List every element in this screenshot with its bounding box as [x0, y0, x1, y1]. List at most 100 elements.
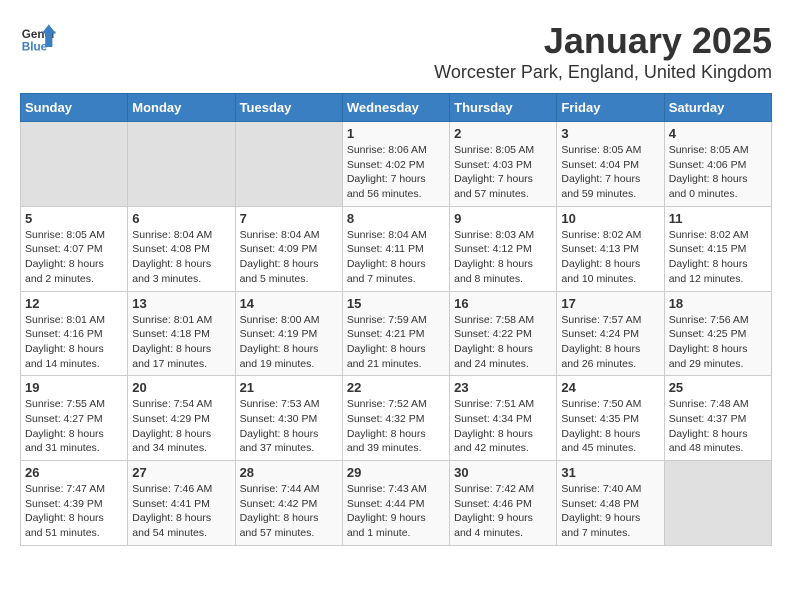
day-number: 1: [347, 126, 445, 141]
calendar-cell: 7 Sunrise: 8:04 AM Sunset: 4:09 PM Daylig…: [235, 206, 342, 291]
day-number: 8: [347, 211, 445, 226]
day-info: Sunrise: 8:04 AM Sunset: 4:11 PM Dayligh…: [347, 228, 445, 287]
calendar-cell: 12Sunrise: 8:01 AM Sunset: 4:16 PM Dayli…: [21, 291, 128, 376]
calendar-cell: 13 Sunrise: 8:01 AM Sunset: 4:18 PM Dayli…: [128, 291, 235, 376]
calendar-cell: 16 Sunrise: 7:58 AM Sunset: 4:22 PM Dayli…: [450, 291, 557, 376]
logo: General Blue: [20, 20, 56, 56]
day-info: Sunrise: 7:56 AM Sunset: 4:25 PM Dayligh…: [669, 313, 767, 372]
calendar-cell: 20 Sunrise: 7:54 AM Sunset: 4:29 PM Dayli…: [128, 376, 235, 461]
day-number: 17: [561, 296, 659, 311]
day-number: 22: [347, 380, 445, 395]
day-info: Sunrise: 7:59 AM Sunset: 4:21 PM Dayligh…: [347, 313, 445, 372]
main-title: January 2025: [434, 20, 772, 62]
day-info: Sunrise: 8:05 AM Sunset: 4:04 PM Dayligh…: [561, 143, 659, 202]
day-number: 5: [25, 211, 123, 226]
day-info: Sunrise: 8:05 AM Sunset: 4:03 PM Dayligh…: [454, 143, 552, 202]
day-number: 25: [669, 380, 767, 395]
week-row-2: 12Sunrise: 8:01 AM Sunset: 4:16 PM Dayli…: [21, 291, 772, 376]
header-day-thursday: Thursday: [450, 94, 557, 122]
calendar-cell: 26 Sunrise: 7:47 AM Sunset: 4:39 PM Dayli…: [21, 461, 128, 546]
calendar-cell: 6Sunrise: 8:04 AM Sunset: 4:08 PM Daylig…: [128, 206, 235, 291]
day-info: Sunrise: 8:01 AM Sunset: 4:18 PM Dayligh…: [132, 313, 230, 372]
day-info: Sunrise: 7:55 AM Sunset: 4:27 PM Dayligh…: [25, 397, 123, 456]
day-info: Sunrise: 7:43 AM Sunset: 4:44 PM Dayligh…: [347, 482, 445, 541]
day-info: Sunrise: 7:50 AM Sunset: 4:35 PM Dayligh…: [561, 397, 659, 456]
calendar-cell: 17 Sunrise: 7:57 AM Sunset: 4:24 PM Dayli…: [557, 291, 664, 376]
calendar-cell: 25 Sunrise: 7:48 AM Sunset: 4:37 PM Dayli…: [664, 376, 771, 461]
calendar-cell: 29 Sunrise: 7:43 AM Sunset: 4:44 PM Dayli…: [342, 461, 449, 546]
day-info: Sunrise: 7:52 AM Sunset: 4:32 PM Dayligh…: [347, 397, 445, 456]
day-number: 29: [347, 465, 445, 480]
header: General Blue January 2025 Worcester Park…: [20, 20, 772, 83]
day-info: Sunrise: 8:04 AM Sunset: 4:09 PM Dayligh…: [240, 228, 338, 287]
calendar-cell: 27 Sunrise: 7:46 AM Sunset: 4:41 PM Dayli…: [128, 461, 235, 546]
day-number: 3: [561, 126, 659, 141]
calendar-cell: 15 Sunrise: 7:59 AM Sunset: 4:21 PM Dayli…: [342, 291, 449, 376]
day-info: Sunrise: 8:06 AM Sunset: 4:02 PM Dayligh…: [347, 143, 445, 202]
day-number: 26: [25, 465, 123, 480]
week-row-3: 19 Sunrise: 7:55 AM Sunset: 4:27 PM Dayli…: [21, 376, 772, 461]
calendar-cell: 21 Sunrise: 7:53 AM Sunset: 4:30 PM Dayli…: [235, 376, 342, 461]
calendar-cell: 19 Sunrise: 7:55 AM Sunset: 4:27 PM Dayli…: [21, 376, 128, 461]
day-number: 19: [25, 380, 123, 395]
day-number: 30: [454, 465, 552, 480]
day-number: 13: [132, 296, 230, 311]
day-number: 16: [454, 296, 552, 311]
calendar-cell: 3 Sunrise: 8:05 AM Sunset: 4:04 PM Daylig…: [557, 122, 664, 207]
day-number: 12: [25, 296, 123, 311]
calendar-cell: 5Sunrise: 8:05 AM Sunset: 4:07 PM Daylig…: [21, 206, 128, 291]
day-number: 20: [132, 380, 230, 395]
title-area: January 2025 Worcester Park, England, Un…: [434, 20, 772, 83]
week-row-1: 5Sunrise: 8:05 AM Sunset: 4:07 PM Daylig…: [21, 206, 772, 291]
svg-text:Blue: Blue: [22, 41, 48, 54]
calendar-cell: 23 Sunrise: 7:51 AM Sunset: 4:34 PM Dayli…: [450, 376, 557, 461]
day-info: Sunrise: 7:57 AM Sunset: 4:24 PM Dayligh…: [561, 313, 659, 372]
header-day-friday: Friday: [557, 94, 664, 122]
day-number: 11: [669, 211, 767, 226]
day-info: Sunrise: 7:47 AM Sunset: 4:39 PM Dayligh…: [25, 482, 123, 541]
header-day-tuesday: Tuesday: [235, 94, 342, 122]
day-info: Sunrise: 7:40 AM Sunset: 4:48 PM Dayligh…: [561, 482, 659, 541]
day-number: 9: [454, 211, 552, 226]
day-number: 28: [240, 465, 338, 480]
header-row: SundayMondayTuesdayWednesdayThursdayFrid…: [21, 94, 772, 122]
calendar-cell: [235, 122, 342, 207]
subtitle: Worcester Park, England, United Kingdom: [434, 62, 772, 83]
calendar-cell: [21, 122, 128, 207]
header-day-monday: Monday: [128, 94, 235, 122]
calendar-cell: 18 Sunrise: 7:56 AM Sunset: 4:25 PM Dayli…: [664, 291, 771, 376]
day-number: 6: [132, 211, 230, 226]
day-info: Sunrise: 7:58 AM Sunset: 4:22 PM Dayligh…: [454, 313, 552, 372]
day-number: 10: [561, 211, 659, 226]
day-info: Sunrise: 8:02 AM Sunset: 4:15 PM Dayligh…: [669, 228, 767, 287]
day-info: Sunrise: 8:02 AM Sunset: 4:13 PM Dayligh…: [561, 228, 659, 287]
logo-icon: General Blue: [20, 20, 56, 56]
calendar-cell: 8 Sunrise: 8:04 AM Sunset: 4:11 PM Daylig…: [342, 206, 449, 291]
day-info: Sunrise: 7:44 AM Sunset: 4:42 PM Dayligh…: [240, 482, 338, 541]
calendar-cell: [128, 122, 235, 207]
calendar-cell: 2 Sunrise: 8:05 AM Sunset: 4:03 PM Daylig…: [450, 122, 557, 207]
day-number: 2: [454, 126, 552, 141]
day-number: 15: [347, 296, 445, 311]
header-day-wednesday: Wednesday: [342, 94, 449, 122]
calendar-cell: 30 Sunrise: 7:42 AM Sunset: 4:46 PM Dayli…: [450, 461, 557, 546]
day-info: Sunrise: 7:42 AM Sunset: 4:46 PM Dayligh…: [454, 482, 552, 541]
day-info: Sunrise: 7:53 AM Sunset: 4:30 PM Dayligh…: [240, 397, 338, 456]
day-info: Sunrise: 7:54 AM Sunset: 4:29 PM Dayligh…: [132, 397, 230, 456]
day-info: Sunrise: 7:46 AM Sunset: 4:41 PM Dayligh…: [132, 482, 230, 541]
calendar-table: SundayMondayTuesdayWednesdayThursdayFrid…: [20, 93, 772, 546]
day-info: Sunrise: 7:51 AM Sunset: 4:34 PM Dayligh…: [454, 397, 552, 456]
day-number: 24: [561, 380, 659, 395]
day-info: Sunrise: 8:05 AM Sunset: 4:06 PM Dayligh…: [669, 143, 767, 202]
day-info: Sunrise: 8:00 AM Sunset: 4:19 PM Dayligh…: [240, 313, 338, 372]
day-info: Sunrise: 7:48 AM Sunset: 4:37 PM Dayligh…: [669, 397, 767, 456]
calendar-cell: 9 Sunrise: 8:03 AM Sunset: 4:12 PM Daylig…: [450, 206, 557, 291]
day-number: 27: [132, 465, 230, 480]
day-info: Sunrise: 8:03 AM Sunset: 4:12 PM Dayligh…: [454, 228, 552, 287]
day-number: 23: [454, 380, 552, 395]
calendar-cell: 4Sunrise: 8:05 AM Sunset: 4:06 PM Daylig…: [664, 122, 771, 207]
day-number: 31: [561, 465, 659, 480]
day-number: 7: [240, 211, 338, 226]
day-number: 21: [240, 380, 338, 395]
day-number: 18: [669, 296, 767, 311]
